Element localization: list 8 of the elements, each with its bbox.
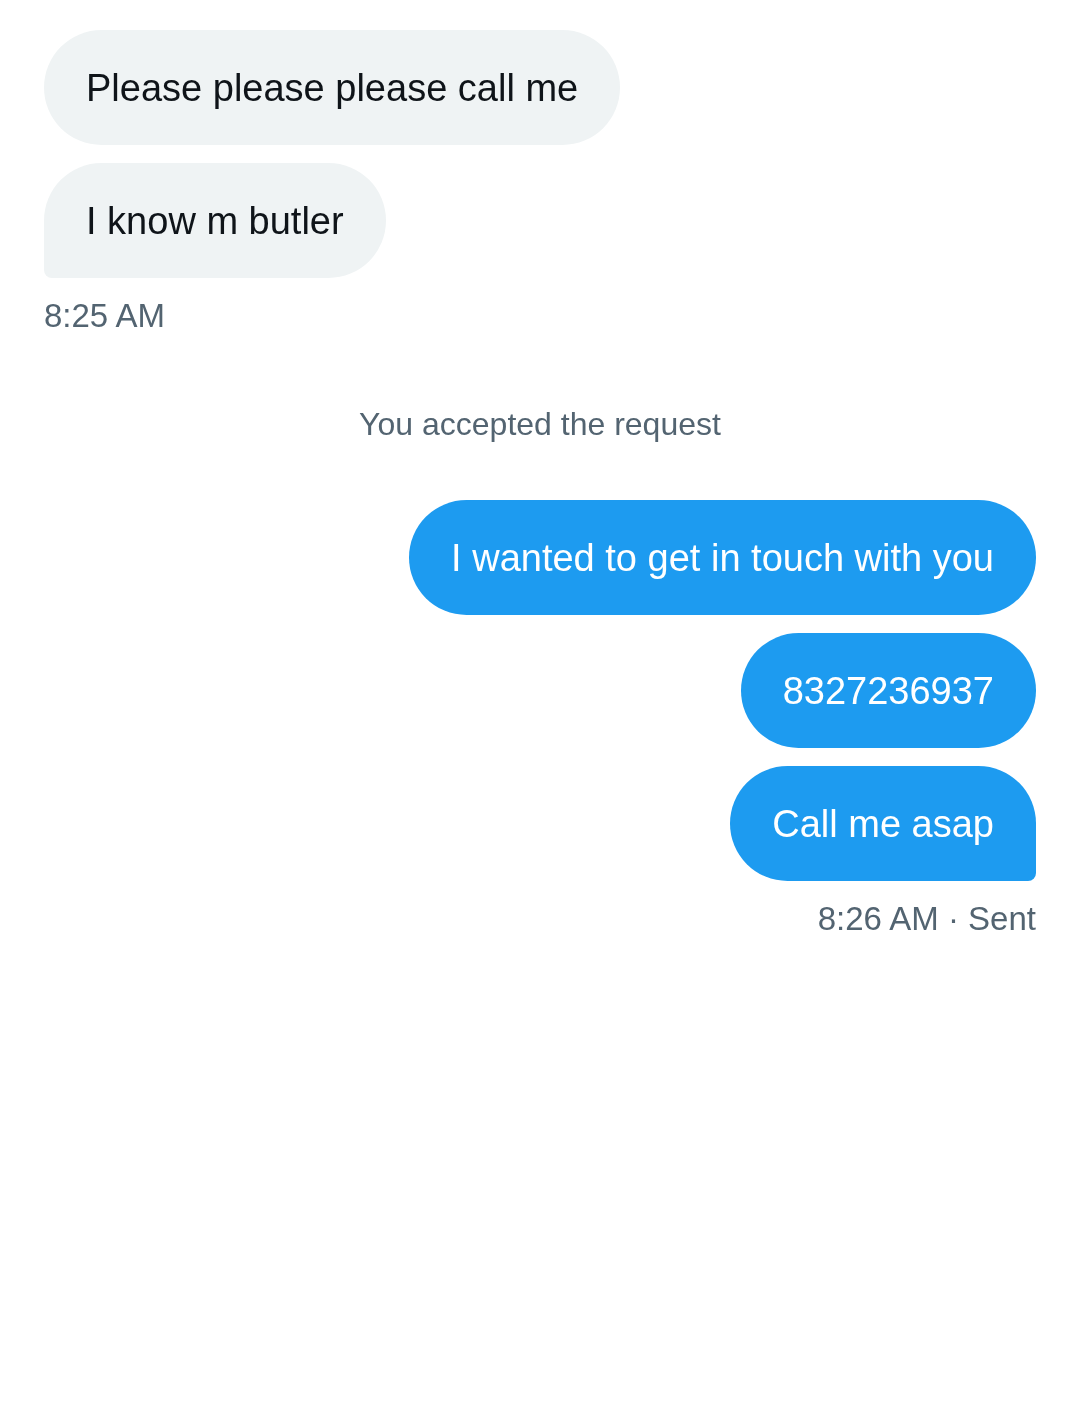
message-bubble: I know m butler [44, 163, 386, 278]
message-bubble: 8327236937 [740, 633, 1036, 748]
message-bubble: I wanted to get in touch with you [409, 500, 1036, 615]
system-notice: You accepted the request [359, 405, 721, 444]
message-bubble: Please please please call me [44, 30, 621, 145]
message-timestamp: 8:25 AM [44, 296, 166, 336]
message-bubble: Call me asap [730, 766, 1036, 881]
message-timestamp: 8:26 AM · Sent [817, 899, 1036, 939]
